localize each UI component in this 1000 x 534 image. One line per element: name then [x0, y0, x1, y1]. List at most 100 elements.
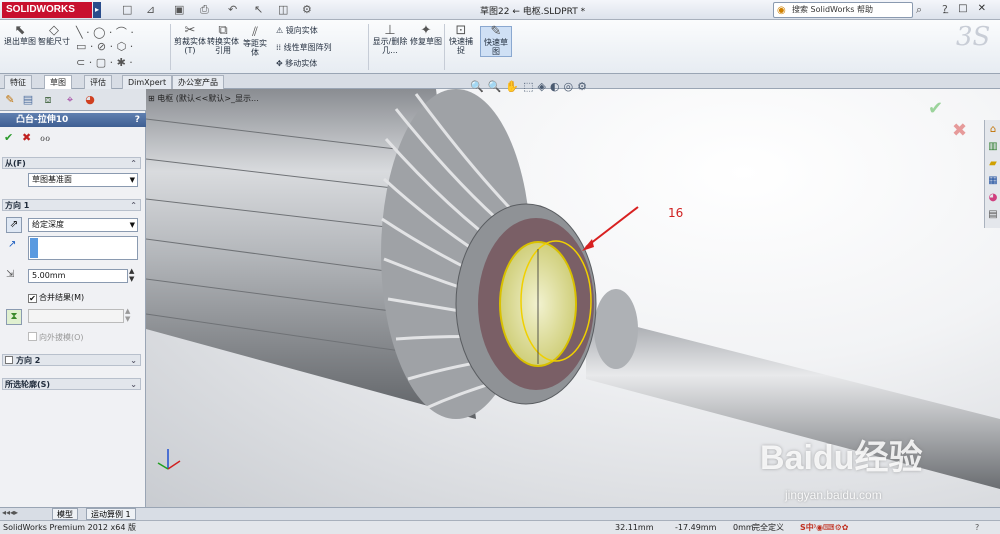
display-delete-relations-button[interactable]: ⊥ 显示/删除几...: [372, 24, 408, 55]
cancel-icon[interactable]: ✖: [22, 131, 31, 144]
sketch-status: 完全定义: [752, 523, 784, 532]
from-dropdown[interactable]: 草图基准面 ▼: [28, 173, 138, 187]
tab-sketch[interactable]: 草图: [44, 75, 72, 89]
offset-icon: ⫽: [252, 25, 258, 40]
save-icon[interactable]: ▣: [174, 3, 184, 16]
ok-icon[interactable]: ✔: [4, 131, 13, 144]
search-placeholder: 搜索 SolidWorks 帮助: [792, 5, 874, 14]
new-icon[interactable]: □: [122, 3, 132, 16]
draft-angle-input[interactable]: [28, 309, 124, 323]
exit-sketch-icon: ⬉: [14, 23, 26, 38]
rapid-sketch-icon: ✎: [490, 24, 502, 39]
configuration-icon[interactable]: ⧈: [40, 92, 56, 108]
view-palette-icon[interactable]: ▦: [986, 174, 1000, 188]
end-condition-dropdown[interactable]: 给定深度 ▼: [28, 218, 138, 232]
chevron-down-icon: ▼: [129, 221, 135, 229]
design-library-icon[interactable]: ▥: [986, 140, 1000, 154]
tab-model[interactable]: 模型: [52, 508, 78, 520]
direction1-section-header[interactable]: 方向 1 ⌃: [2, 199, 141, 211]
spin-stepper-icon[interactable]: ▲ ▼: [129, 267, 134, 283]
search-go-icon[interactable]: ⌕: [916, 3, 922, 17]
help-icon[interactable]: ?: [975, 521, 979, 534]
preview-icon[interactable]: ℴℴ: [40, 131, 50, 144]
depth-icon: ⇲: [6, 269, 15, 280]
command-manager: ⬉ 退出草图 ◇ 智能尺寸 ╲ · ◯ · ⌒ · ▭ · ⊘ · ⬡ · ⊂ …: [0, 20, 1000, 74]
help-search-input[interactable]: ◉ 搜索 SolidWorks 帮助: [773, 2, 913, 18]
draft-outward-checkbox[interactable]: 向外拔模(O): [28, 332, 84, 343]
offset-entities-button[interactable]: ⫽ 等距实体: [240, 25, 270, 57]
divider: [170, 24, 171, 70]
dimxpert-icon[interactable]: ⌖: [62, 92, 78, 108]
merge-result-checkbox[interactable]: ✔ 合并结果(M): [28, 292, 84, 303]
heads-up-view-toolbar[interactable]: 🔍🔍✋⬚◈◐◎⚙: [470, 80, 591, 93]
custom-properties-icon[interactable]: ▤: [986, 208, 1000, 222]
expand-icon: ⌄: [130, 380, 137, 389]
annotation-number: 16: [668, 206, 684, 220]
exit-sketch-button[interactable]: ⬉ 退出草图: [4, 23, 36, 46]
appearances-icon[interactable]: ◕: [986, 191, 1000, 205]
status-bar: SolidWorks Premium 2012 x64 版 32.11mm -1…: [0, 520, 1000, 534]
line-icon[interactable]: ╲ · ◯ · ⌒ ·: [76, 24, 134, 40]
direction-vector-icon: ↗: [8, 239, 17, 250]
convert-entities-button[interactable]: ⧉ 转换实体引用: [206, 24, 240, 55]
solidworks-logo[interactable]: SOLIDWORKS: [2, 2, 92, 18]
smart-dimension-button[interactable]: ◇ 智能尺寸: [38, 23, 70, 46]
arrow-head: [582, 239, 594, 251]
feature-tree-icon[interactable]: ✎: [2, 92, 18, 108]
print-icon[interactable]: ⎙: [200, 3, 209, 17]
rectangle-icon[interactable]: ▭ · ⊘ · ⬡ ·: [76, 40, 133, 53]
tab-evaluate[interactable]: 评估: [84, 75, 112, 89]
move-entities-button[interactable]: ✥ 移动实体: [276, 58, 317, 69]
rebuild-icon[interactable]: ◫: [278, 3, 288, 16]
z-coordinate: 0mm: [733, 523, 754, 532]
input-method-icon[interactable]: S中⁾◉⌨⚙✿: [800, 521, 848, 534]
view-triad: [157, 449, 181, 470]
tab-motion-study[interactable]: 运动算例 1: [86, 508, 136, 520]
annotation-arrow: [585, 206, 639, 248]
display-manager-icon[interactable]: ◕: [82, 92, 98, 108]
feature-tree-flyout[interactable]: ⊞ 电枢 (默认<<默认>_显示...: [148, 93, 259, 104]
depth-input[interactable]: 5.00mm: [28, 269, 128, 283]
repair-icon: ✦: [420, 23, 432, 38]
direction2-section-header[interactable]: 方向 2 ⌄: [2, 354, 141, 366]
shaft-collar: [594, 289, 638, 369]
undo-icon[interactable]: ↶: [228, 3, 237, 16]
product-name: SolidWorks Premium 2012 x64 版: [3, 523, 136, 532]
y-coordinate: -17.49mm: [675, 523, 717, 532]
spin-stepper-icon[interactable]: ▲ ▼: [125, 307, 130, 323]
selected-contours-section-header[interactable]: 所选轮廓(S) ⌄: [2, 378, 141, 390]
confirm-cancel-icon[interactable]: ✖: [952, 120, 967, 141]
options-icon[interactable]: ⚙: [302, 3, 312, 16]
confirm-ok-icon[interactable]: ✔: [928, 98, 943, 119]
tab-dimxpert[interactable]: DimXpert: [122, 75, 173, 89]
menu-arrow-icon[interactable]: ▸: [93, 2, 101, 18]
trim-entities-button[interactable]: ✂ 剪裁实体(T): [174, 24, 206, 55]
property-manager-icon[interactable]: ▤: [20, 92, 36, 108]
direction2-checkbox[interactable]: [5, 356, 13, 364]
tab-features[interactable]: 特征: [4, 75, 32, 89]
slot-icon[interactable]: ⊂ · ▢ · ✱ ·: [76, 56, 133, 69]
home-icon[interactable]: ⌂: [986, 123, 1000, 137]
repair-sketch-button[interactable]: ✦ 修复草图: [410, 23, 442, 46]
select-icon[interactable]: ↖: [254, 3, 263, 16]
file-explorer-icon[interactable]: ▰: [986, 157, 1000, 171]
direction-selection-box[interactable]: [28, 236, 138, 260]
mirror-entities-button[interactable]: ⚠ 镜向实体: [276, 25, 318, 36]
tab-office-products[interactable]: 办公室产品: [172, 75, 224, 89]
help-icon: ◉: [777, 5, 786, 16]
tab-scroll-arrows-icon[interactable]: ◂◂◂▸: [2, 508, 18, 517]
smart-dimension-icon: ◇: [49, 23, 59, 38]
rapid-sketch-button[interactable]: ✎ 快速草图: [480, 24, 512, 57]
help-icon[interactable]: ?: [135, 113, 140, 127]
reverse-direction-icon[interactable]: ⇗: [6, 217, 22, 233]
window-controls[interactable]: _□✕: [943, 3, 996, 14]
feature-title: 凸台-拉伸10 ?: [0, 113, 146, 127]
quick-snaps-button[interactable]: ⊡ 快速捕捉: [446, 23, 476, 55]
from-section-header[interactable]: 从(F) ⌃: [2, 157, 141, 169]
linear-pattern-button[interactable]: ⁞⁞ 线性草图阵列: [276, 42, 332, 53]
snap-icon: ⊡: [455, 23, 467, 38]
window-title: 草图22 ← 电枢.SLDPRT *: [480, 7, 586, 17]
draft-on-off-icon[interactable]: ⧗: [6, 309, 22, 325]
panel-tabs: ✎ ▤ ⧈ ⌖ ◕: [0, 89, 146, 111]
open-icon[interactable]: ⊿: [146, 3, 155, 16]
